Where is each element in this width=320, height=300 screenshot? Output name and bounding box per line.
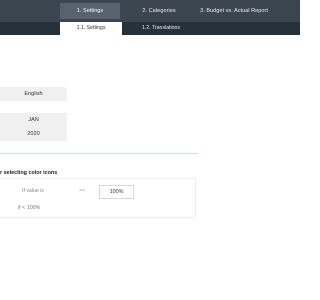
lower-threshold-value: 100% — [27, 205, 41, 211]
tab-budget-vs-actual-report[interactable]: 3. Budget vs. Actual Report — [196, 3, 272, 19]
top-tab-bar: 1. Settings 2. Categories 3. Budget vs. … — [0, 0, 300, 22]
tab-settings[interactable]: 1. Settings — [60, 3, 120, 19]
color-icons-section-title: r selecting color icons — [0, 170, 58, 176]
if-value-label: If value is — [22, 188, 44, 194]
tab-categories[interactable]: 2. Categories — [128, 3, 190, 19]
subtab-settings[interactable]: 1.1. Settings — [60, 22, 122, 35]
sub-tab-bar: 1.1. Settings 1.2. Translations — [0, 22, 300, 35]
subtab-translations[interactable]: 1.2. Translations — [130, 22, 192, 35]
month-field[interactable]: JAN — [0, 113, 67, 127]
language-field[interactable]: English — [0, 87, 67, 101]
threshold-input[interactable]: 100% — [99, 185, 134, 199]
color-icons-panel: If value is >= 100% if < 100% — [0, 178, 196, 218]
lower-operator-label: if < — [18, 205, 26, 211]
upper-operator-label: >= — [79, 188, 86, 194]
section-divider — [0, 153, 198, 154]
year-field[interactable]: 2020 — [0, 127, 67, 141]
budget-settings-page: 1. Settings 2. Categories 3. Budget vs. … — [0, 0, 300, 300]
